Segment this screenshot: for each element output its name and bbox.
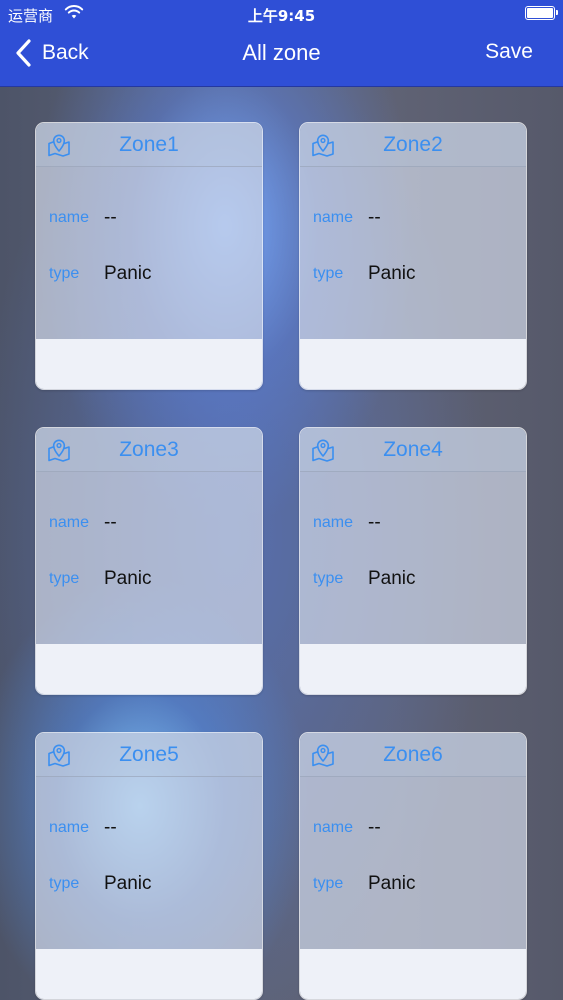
zone-name-label: name bbox=[49, 209, 90, 226]
zone-card-header: Zone1 bbox=[36, 123, 262, 167]
zone-card-body bbox=[36, 472, 262, 644]
zone-type-label: type bbox=[313, 875, 344, 892]
zone-type-value: Panic bbox=[104, 568, 152, 589]
zone-name-value: -- bbox=[368, 207, 381, 228]
zone-card-footer bbox=[36, 339, 262, 389]
zone-type-label: type bbox=[49, 265, 80, 282]
zone-type-label: type bbox=[49, 570, 80, 587]
zone-title: Zone5 bbox=[119, 743, 179, 766]
zone-title: Zone6 bbox=[383, 743, 443, 766]
zone-card-body bbox=[300, 777, 526, 949]
zone-type-value: Panic bbox=[368, 568, 416, 589]
zone-name-label: name bbox=[49, 514, 90, 531]
zone-name-label: name bbox=[313, 209, 354, 226]
zone-card-2[interactable]: Zone2 name -- type Panic bbox=[299, 122, 527, 390]
zone-name-value: -- bbox=[104, 207, 117, 228]
zone-card-1[interactable]: Zone1 name -- type Panic bbox=[35, 122, 263, 390]
zone-card-5[interactable]: Zone5 name -- type Panic bbox=[35, 732, 263, 1000]
zone-card-6[interactable]: Zone6 name -- type Panic bbox=[299, 732, 527, 1000]
zone-card-body bbox=[300, 472, 526, 644]
zone-card-footer bbox=[36, 644, 262, 694]
zone-type-value: Panic bbox=[368, 873, 416, 894]
zone-card-footer bbox=[300, 644, 526, 694]
zone-title: Zone1 bbox=[119, 133, 179, 156]
zone-type-label: type bbox=[49, 875, 80, 892]
zone-name-value: -- bbox=[368, 512, 381, 533]
zone-card-body bbox=[36, 167, 262, 339]
zone-title: Zone2 bbox=[383, 133, 443, 156]
zone-title: Zone4 bbox=[383, 438, 443, 461]
zone-card-body bbox=[36, 777, 262, 949]
zone-grid: Zone1 name -- type Panic Zone2 name -- t… bbox=[0, 0, 563, 1000]
zone-title: Zone3 bbox=[119, 438, 179, 461]
zone-card-header: Zone5 bbox=[36, 733, 262, 777]
zone-card-header: Zone6 bbox=[300, 733, 526, 777]
zone-card-4[interactable]: Zone4 name -- type Panic bbox=[299, 427, 527, 695]
zone-card-footer bbox=[36, 949, 262, 999]
zone-card-header: Zone3 bbox=[36, 428, 262, 472]
zone-card-header: Zone4 bbox=[300, 428, 526, 472]
zone-card-body bbox=[300, 167, 526, 339]
zone-type-label: type bbox=[313, 265, 344, 282]
zone-name-value: -- bbox=[104, 817, 117, 838]
zone-name-label: name bbox=[313, 514, 354, 531]
zone-type-value: Panic bbox=[104, 873, 152, 894]
zone-card-footer bbox=[300, 949, 526, 999]
zone-name-label: name bbox=[49, 819, 90, 836]
zone-name-label: name bbox=[313, 819, 354, 836]
zone-card-header: Zone2 bbox=[300, 123, 526, 167]
zone-card-3[interactable]: Zone3 name -- type Panic bbox=[35, 427, 263, 695]
zone-type-value: Panic bbox=[104, 263, 152, 284]
zone-card-footer bbox=[300, 339, 526, 389]
zone-name-value: -- bbox=[368, 817, 381, 838]
zone-name-value: -- bbox=[104, 512, 117, 533]
zone-type-label: type bbox=[313, 570, 344, 587]
zone-type-value: Panic bbox=[368, 263, 416, 284]
